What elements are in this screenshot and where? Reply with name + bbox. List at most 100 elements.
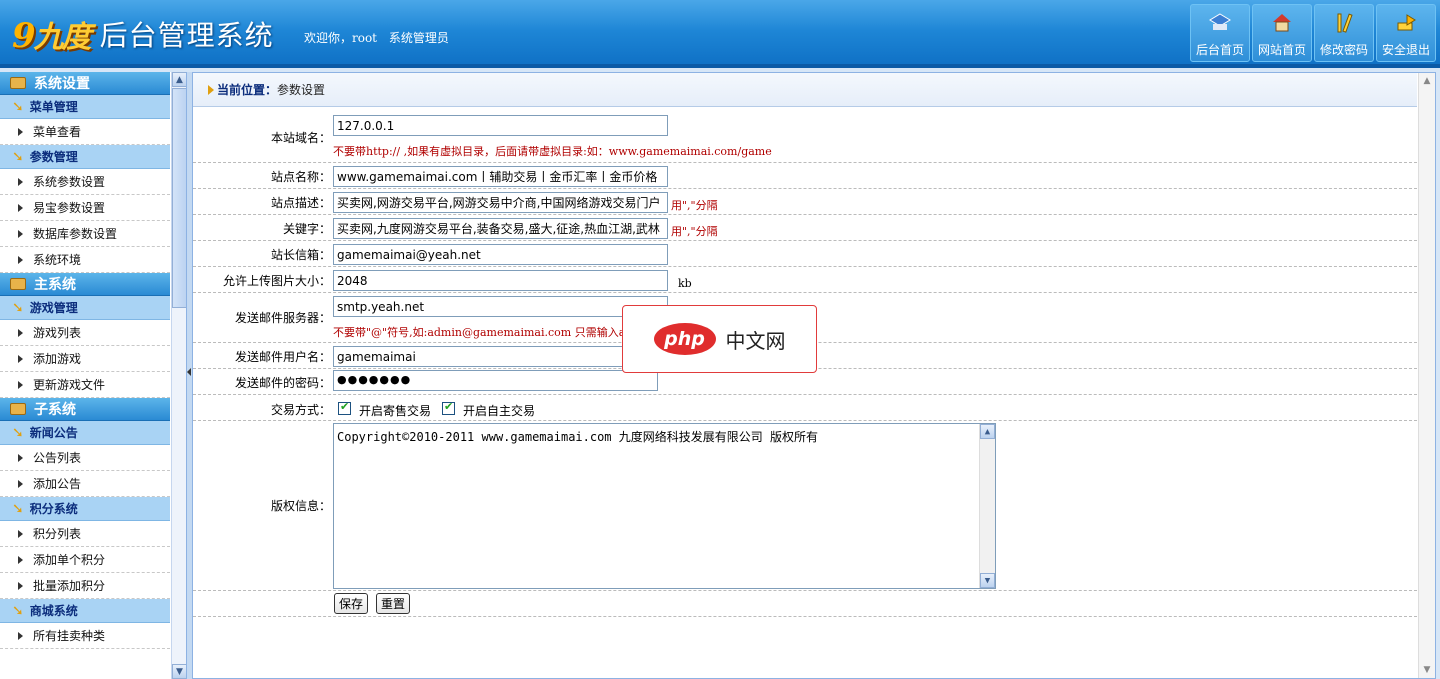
scroll-up-icon[interactable]: ▲ bbox=[1419, 73, 1435, 89]
sidebar-scrollbar[interactable]: ▲ ▼ bbox=[171, 72, 187, 679]
smtp-password-input[interactable]: ●●●●●●● bbox=[333, 370, 658, 391]
app-title: 后台管理系统 bbox=[100, 14, 274, 54]
copyright-text: Copyright©2010-2011 www.gamemaimai.com 九… bbox=[337, 430, 818, 444]
nav-change-password-button[interactable]: 修改密码 bbox=[1314, 4, 1374, 62]
sidebar-group-system-settings[interactable]: 系统设置 bbox=[0, 72, 170, 95]
form-row-site-name: 站点名称： bbox=[193, 163, 1417, 189]
sidebar-group-subsystem[interactable]: 子系统 bbox=[0, 398, 170, 421]
save-button[interactable]: 保存 bbox=[334, 593, 368, 614]
scroll-up-icon[interactable]: ▲ bbox=[172, 72, 187, 87]
welcome-text: 欢迎你，root 系统管理员 bbox=[304, 29, 457, 46]
sidebar: 系统设置 ➘菜单管理 菜单查看 ➘参数管理 系统参数设置 易宝参数设置 数据库参… bbox=[0, 72, 187, 679]
chevron-icon: ➘ bbox=[12, 425, 24, 441]
nav-logout-button[interactable]: 安全退出 bbox=[1376, 4, 1436, 62]
arrow-right-icon bbox=[18, 582, 23, 590]
scroll-down-icon[interactable]: ▼ bbox=[1419, 662, 1435, 678]
site-name-input[interactable] bbox=[333, 166, 668, 187]
main-scrollbar[interactable]: ▲ ▼ bbox=[1418, 73, 1435, 678]
site-home-icon bbox=[1270, 11, 1294, 35]
consign-trade-label: 开启寄售交易 bbox=[359, 402, 431, 419]
folder-icon bbox=[10, 278, 26, 290]
folder-icon bbox=[10, 403, 26, 415]
sidebar-item-points-list[interactable]: 积分列表 bbox=[0, 521, 170, 547]
smtp-user-input[interactable] bbox=[333, 346, 668, 367]
self-trade-checkbox[interactable] bbox=[442, 401, 455, 415]
sidebar-sub-menu-management[interactable]: ➘菜单管理 bbox=[0, 95, 170, 119]
scroll-down-icon[interactable]: ▼ bbox=[172, 664, 187, 679]
copyright-textarea[interactable]: Copyright©2010-2011 www.gamemaimai.com 九… bbox=[333, 423, 996, 589]
arrow-right-icon bbox=[18, 178, 23, 186]
keywords-input[interactable] bbox=[333, 218, 668, 239]
form-row-keywords: 关键字： 用","分隔 bbox=[193, 215, 1417, 241]
sidebar-group-main-system[interactable]: 主系统 bbox=[0, 273, 170, 296]
smtp-user-label: 发送邮件用户名： bbox=[235, 348, 331, 365]
site-desc-label: 站点描述： bbox=[271, 194, 331, 211]
email-input[interactable] bbox=[333, 244, 668, 265]
site-desc-input[interactable] bbox=[333, 192, 668, 213]
scroll-up-icon[interactable]: ▲ bbox=[980, 424, 995, 439]
arrow-right-icon bbox=[18, 204, 23, 212]
upload-size-input[interactable] bbox=[333, 270, 668, 291]
arrow-right-icon bbox=[18, 556, 23, 564]
logout-icon bbox=[1394, 11, 1418, 35]
smtp-server-label: 发送邮件服务器： bbox=[235, 309, 331, 326]
nav-site-home-button[interactable]: 网站首页 bbox=[1252, 4, 1312, 62]
user-role: 系统管理员 bbox=[389, 31, 449, 45]
nav-label: 后台首页 bbox=[1196, 41, 1244, 58]
arrow-right-icon bbox=[18, 454, 23, 462]
sidebar-item-all-listing-types[interactable]: 所有挂卖种类 bbox=[0, 623, 170, 649]
watermark-text: 中文网 bbox=[726, 325, 786, 354]
sidebar-item-db-params[interactable]: 数据库参数设置 bbox=[0, 221, 170, 247]
scrollbar-thumb[interactable] bbox=[172, 88, 187, 308]
arrow-right-icon bbox=[18, 480, 23, 488]
site-desc-hint: 用","分隔 bbox=[671, 197, 718, 213]
consign-trade-checkbox[interactable] bbox=[338, 401, 351, 415]
sidebar-item-add-announcement[interactable]: 添加公告 bbox=[0, 471, 170, 497]
sidebar-sub-game-management[interactable]: ➘游戏管理 bbox=[0, 296, 170, 320]
arrow-right-icon bbox=[18, 230, 23, 238]
arrow-right-icon bbox=[18, 530, 23, 538]
sidebar-item-announcement-list[interactable]: 公告列表 bbox=[0, 445, 170, 471]
scroll-down-icon[interactable]: ▼ bbox=[980, 573, 995, 588]
sidebar-sub-param-management[interactable]: ➘参数管理 bbox=[0, 145, 170, 169]
nav-backend-home-button[interactable]: 后台首页 bbox=[1190, 4, 1250, 62]
breadcrumb-arrow-icon bbox=[208, 85, 214, 95]
form-row-actions: 保存 重置 bbox=[193, 591, 1417, 617]
domain-input[interactable] bbox=[333, 115, 668, 136]
self-trade-label: 开启自主交易 bbox=[463, 402, 535, 419]
chevron-icon: ➘ bbox=[12, 149, 24, 165]
arrow-right-icon bbox=[18, 632, 23, 640]
sidebar-item-system-env[interactable]: 系统环境 bbox=[0, 247, 170, 273]
sidebar-item-add-single-points[interactable]: 添加单个积分 bbox=[0, 547, 170, 573]
sidebar-item-add-game[interactable]: 添加游戏 bbox=[0, 346, 170, 372]
nav-label: 网站首页 bbox=[1258, 41, 1306, 58]
top-nav: 后台首页 网站首页 修改密码 安全退出 bbox=[1188, 4, 1436, 62]
site-name-label: 站点名称： bbox=[271, 168, 331, 185]
reset-button[interactable]: 重置 bbox=[376, 593, 410, 614]
php-watermark: php 中文网 bbox=[622, 305, 817, 373]
sidebar-item-menu-view[interactable]: 菜单查看 bbox=[0, 119, 170, 145]
chevron-icon: ➘ bbox=[12, 501, 24, 517]
sidebar-item-game-list[interactable]: 游戏列表 bbox=[0, 320, 170, 346]
trade-mode-label: 交易方式： bbox=[271, 401, 331, 418]
smtp-server-input[interactable] bbox=[333, 296, 668, 317]
logo: 9九度 后台管理系统 bbox=[12, 12, 274, 56]
form-row-domain: 本站域名： 不要带http:// ,如果有虚拟目录，后面请带虚拟目录:如：www… bbox=[193, 109, 1417, 163]
email-label: 站长信箱： bbox=[271, 246, 331, 263]
arrow-right-icon bbox=[18, 381, 23, 389]
arrow-right-icon bbox=[18, 256, 23, 264]
arrow-right-icon bbox=[18, 329, 23, 337]
keywords-label: 关键字： bbox=[283, 220, 331, 237]
sidebar-item-update-game-files[interactable]: 更新游戏文件 bbox=[0, 372, 170, 398]
arrow-right-icon bbox=[18, 128, 23, 136]
php-logo: php bbox=[654, 323, 716, 355]
sidebar-item-batch-add-points[interactable]: 批量添加积分 bbox=[0, 573, 170, 599]
sidebar-item-yeepay-params[interactable]: 易宝参数设置 bbox=[0, 195, 170, 221]
sidebar-sub-news[interactable]: ➘新闻公告 bbox=[0, 421, 170, 445]
welcome-user: 欢迎你，root bbox=[304, 31, 377, 45]
sidebar-sub-mall[interactable]: ➘商城系统 bbox=[0, 599, 170, 623]
sidebar-item-system-params[interactable]: 系统参数设置 bbox=[0, 169, 170, 195]
textarea-scrollbar[interactable]: ▲ ▼ bbox=[979, 424, 995, 588]
sidebar-sub-points[interactable]: ➘积分系统 bbox=[0, 497, 170, 521]
breadcrumb-label: 当前位置： bbox=[217, 81, 277, 98]
